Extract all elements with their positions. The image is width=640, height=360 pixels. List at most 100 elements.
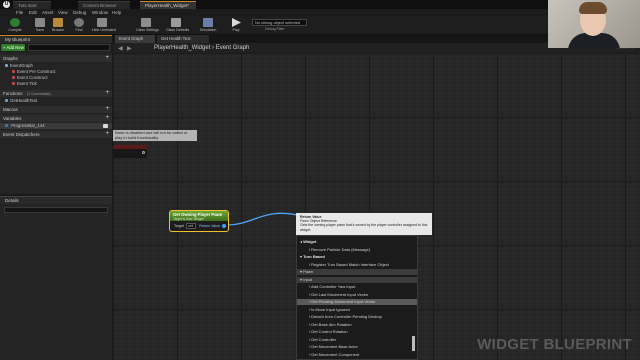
context-menu-item[interactable]: ▾ Input [297,276,417,283]
function-icon: f [309,299,311,304]
category-event-dispatchers[interactable]: Event Dispatchers + [0,131,112,138]
category-label: Variables [3,116,22,121]
add-macro-icon[interactable]: + [105,106,109,113]
context-action-menu[interactable]: ◂ Widget fRemove Particle Data (Message) ▾… [296,235,418,360]
target-pin-input[interactable]: self [186,223,196,229]
tab-get-health-text[interactable]: Get Health Text [157,35,209,43]
menu-edit[interactable]: Edit [29,10,37,15]
compile-button[interactable]: Compile [5,18,25,34]
unreal-logo-icon: U [3,1,10,8]
add-variable-icon[interactable]: + [105,115,109,122]
simulation-button[interactable]: Simulation [198,18,218,34]
context-menu-item[interactable]: ▾ Pawn [297,269,417,275]
context-menu-item-label: ▾ Turn Based [300,254,325,259]
function-icon: f [309,284,311,289]
node-header: Get Owning Player Pawn Target is User Wi… [170,211,228,221]
add-function-icon[interactable]: + [105,90,109,97]
node-subtitle: Target is User Widget [173,217,204,221]
category-variables[interactable]: Variables + [0,115,112,122]
return-value-pin[interactable] [222,224,226,228]
disabled-node[interactable] [113,145,147,158]
add-new-bar: + Add New [0,43,112,52]
context-menu-item[interactable]: ▾ Turn Based [297,254,417,260]
hide-unrelated-label: Hide Unrelated [92,28,116,32]
class-defaults-icon [171,18,181,27]
widget-blueprint-watermark: WIDGET BLUEPRINT [477,336,632,353]
details-tab[interactable]: Details [0,196,112,204]
context-menu-item[interactable]: ◂ Widget [297,239,417,245]
target-pin-label: Target [174,224,184,228]
play-button[interactable]: Play [226,18,246,34]
my-blueprint-tab[interactable]: My Blueprint [0,35,112,43]
add-new-button[interactable]: + Add New [1,44,25,51]
function-item[interactable]: GetHealthText [0,98,112,104]
context-menu-item-label: ▾ Input [300,276,313,282]
class-settings-label: Class Settings [136,28,159,32]
context-menu-item[interactable]: fGet Last Movement Input Vector [297,292,417,298]
context-menu-item[interactable]: fGet Controller [297,337,417,343]
variable-item[interactable]: ProgressBar_144 [0,123,112,129]
category-functions[interactable]: Functions (1 Overridable) + [0,90,112,97]
hide-unrelated-button[interactable]: Hide Unrelated [92,18,116,34]
function-icon: f [309,321,311,327]
variable-type-icon[interactable] [103,124,108,128]
context-menu-item[interactable]: fGet Movement Base Actor [297,344,417,350]
category-label: Event Dispatchers [3,132,40,137]
menu-file[interactable]: File [16,10,23,15]
tab-player-health-widget[interactable]: PlayerHealth_Widget* [140,1,196,9]
context-menu-item[interactable]: fGet Movement Component [297,352,417,358]
category-label: Graphs [3,56,18,61]
search-icon [74,18,84,27]
context-menu-item-label: Get Base Aim Rotation [311,321,352,327]
tab-tuts-start[interactable]: Tuts start [13,1,51,9]
find-button[interactable]: Find [69,18,89,34]
simulation-label: Simulation [199,28,217,32]
context-menu-item[interactable]: fRegister Turn Based Match Interface Obj… [297,262,417,268]
search-input[interactable] [28,44,110,51]
tab-content-browser[interactable]: Content Browser [78,1,130,9]
context-menu-item[interactable]: fGet Base Aim Rotation [297,322,417,328]
browse-button[interactable]: Browse [48,18,68,34]
context-menu-item-label: Get Pending Movement Input Vector [311,299,376,304]
category-graphs[interactable]: Graphs + [0,55,112,62]
add-dispatcher-icon[interactable]: + [105,131,109,138]
menu-window[interactable]: Window [92,10,108,15]
context-menu-item-label: Get Movement Component [311,351,360,357]
menu-view[interactable]: View [58,10,68,15]
back-arrow-icon[interactable]: ◀ [118,45,123,52]
class-defaults-button[interactable]: Class Defaults [166,18,190,34]
context-menu-item[interactable]: fDetach from Controller Pending Destroy [297,314,417,320]
toolbar: Compile Save Browse Find Hide Unrelated … [0,17,640,35]
forward-arrow-icon[interactable]: ▶ [127,45,132,52]
class-defaults-label: Class Defaults [166,28,190,32]
menu-help[interactable]: Help [112,10,121,15]
presenter-hair [579,2,607,14]
context-menu-item[interactable]: fGet Pending Movement Input Vector [297,299,417,305]
debug-filter-label: Debug Filter [265,27,285,31]
context-menu-item[interactable]: fRemove Particle Data (Message) [297,247,417,253]
details-search-input[interactable] [4,207,108,213]
compile-label: Compile [8,28,22,32]
function-icon: f [309,336,311,342]
menu-debug[interactable]: Debug [73,10,86,15]
get-owning-player-pawn-node[interactable]: Get Owning Player Pawn Target is User Wi… [169,210,229,232]
menu-asset[interactable]: Asset [42,10,53,15]
output-pin[interactable] [142,151,145,154]
context-menu-item-label: Get Control Rotation [311,329,348,334]
graph-item-label: Event Tick [17,81,37,86]
save-button[interactable]: Save [30,18,50,34]
debug-object-select[interactable]: No debug object selected [252,19,307,26]
hide-unrelated-icon [97,18,107,27]
category-macros[interactable]: Macros + [0,106,112,113]
webcam-overlay [548,0,640,48]
context-menu-item-label: Remove Particle Data (Message) [311,246,371,252]
context-menu-item[interactable]: fGet Control Rotation [297,329,417,335]
event-icon [12,70,15,74]
class-settings-button[interactable]: Class Settings [136,18,159,34]
add-graph-icon[interactable]: + [105,55,109,62]
context-menu-item[interactable]: fIs Move Input Ignored [297,307,417,313]
tab-event-graph[interactable]: Event Graph [115,35,155,43]
graph-item-tick[interactable]: Event Tick [0,81,112,87]
event-graph-canvas[interactable]: Node is disabled and will not be called … [113,53,640,360]
context-menu-item[interactable]: fAdd Controller Yaw Input [297,284,417,290]
